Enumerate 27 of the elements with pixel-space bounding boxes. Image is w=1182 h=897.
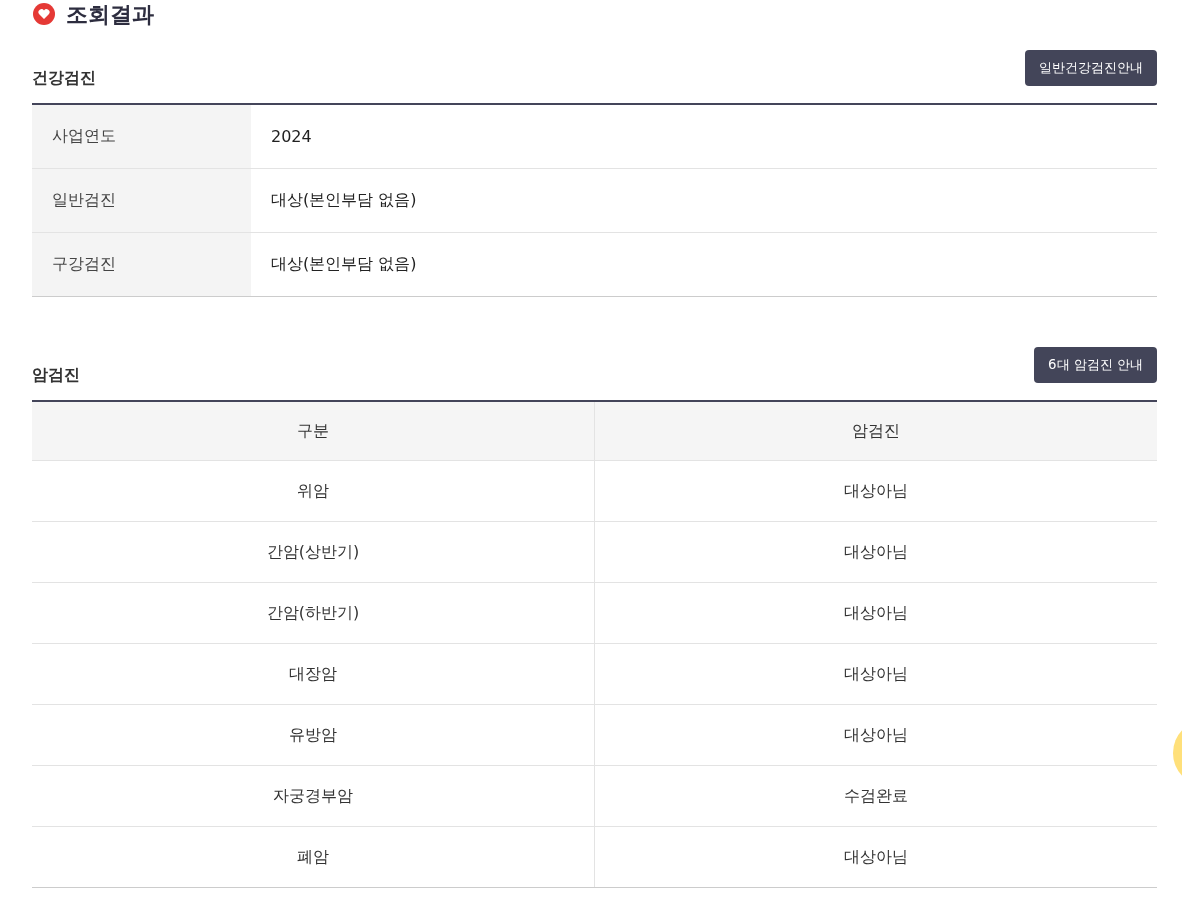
table-cell: 대상아님 (594, 460, 1157, 522)
table-cell: 대상아님 (594, 521, 1157, 583)
row-value: 2024 (251, 105, 1157, 169)
column-header: 구분 (32, 402, 595, 461)
row-label: 구강검진 (32, 232, 251, 297)
guide-button[interactable]: 일반건강검진안내 (1025, 50, 1157, 86)
table-cell: 대상아님 (594, 826, 1157, 888)
row-value: 대상(본인부담 없음) (251, 168, 1157, 233)
section-heading: 암검진 (32, 365, 80, 386)
row-value: 대상(본인부담 없음) (251, 232, 1157, 297)
table-cell: 대상아님 (594, 643, 1157, 705)
table-cell: 유방암 (32, 704, 595, 766)
table-cell: 간암(상반기) (32, 521, 595, 583)
page-title: 조회결과 (66, 1, 154, 29)
section-heading: 건강검진 (32, 68, 96, 89)
table-cell: 위암 (32, 460, 595, 522)
row-label: 일반검진 (32, 168, 251, 233)
row-label: 사업연도 (32, 105, 251, 169)
table-cell: 수검완료 (594, 765, 1157, 827)
guide-button[interactable]: 6대 암검진 안내 (1034, 347, 1157, 383)
table-cell: 자궁경부암 (32, 765, 595, 827)
table-cell: 폐암 (32, 826, 595, 888)
table-cell: 대상아님 (594, 704, 1157, 766)
table-cell: 대상아님 (594, 582, 1157, 644)
column-header: 암검진 (594, 402, 1157, 461)
table-cell: 간암(하반기) (32, 582, 595, 644)
table-cell: 대장암 (32, 643, 595, 705)
